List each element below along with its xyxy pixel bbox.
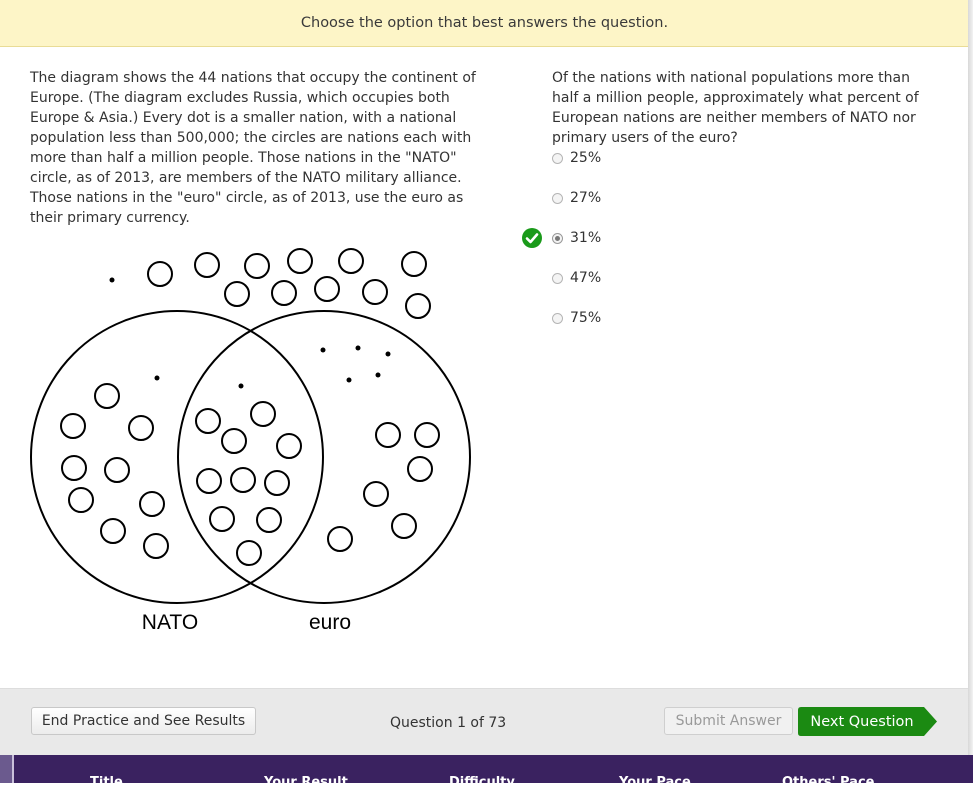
end-practice-button[interactable]: End Practice and See Results	[31, 707, 256, 735]
nation-circle	[256, 507, 282, 533]
radio-icon[interactable]	[552, 192, 563, 204]
nation-circle	[61, 455, 87, 481]
nation-circle	[401, 251, 427, 277]
nation-circle	[414, 422, 440, 448]
nation-circle	[363, 481, 389, 507]
nation-circle	[276, 433, 302, 459]
nation-circle	[196, 468, 222, 494]
radio-icon[interactable]	[552, 312, 563, 324]
choice-label: 31%	[570, 230, 602, 246]
nation-circle	[104, 457, 130, 483]
window-corner-icon	[0, 755, 14, 783]
submit-answer-button[interactable]: Submit Answer	[664, 707, 793, 735]
nation-dot	[375, 372, 381, 378]
choice-25[interactable]: 25%	[552, 148, 652, 168]
choice-31[interactable]: 31%	[552, 228, 652, 248]
choice-75[interactable]: 75%	[552, 308, 652, 328]
nation-dot	[238, 383, 244, 389]
scrollbar-edge[interactable]	[968, 0, 973, 783]
question-counter: Question 1 of 73	[390, 715, 507, 731]
nation-circle	[143, 533, 169, 559]
results-table-header: Title Your Result Difficulty Your Pace O…	[0, 755, 973, 790]
nation-circle	[250, 401, 276, 427]
euro-label: euro	[309, 611, 351, 634]
nation-circle	[194, 252, 220, 278]
nation-circle	[221, 428, 247, 454]
nation-circle	[391, 513, 417, 539]
choice-label: 75%	[570, 310, 602, 326]
nation-dot	[346, 377, 352, 383]
nation-dot	[109, 277, 115, 283]
instruction-banner: Choose the option that best answers the …	[0, 0, 969, 47]
nation-circle	[362, 279, 388, 305]
radio-icon[interactable]	[552, 272, 563, 284]
question-text: Of the nations with national populations…	[552, 70, 919, 146]
nation-circle	[94, 383, 120, 409]
choice-47[interactable]: 47%	[552, 268, 652, 288]
passage-text: The diagram shows the 44 nations that oc…	[30, 70, 476, 226]
nation-circle	[338, 248, 364, 274]
nation-circle	[244, 253, 270, 279]
choice-27[interactable]: 27%	[552, 188, 652, 208]
nation-circle	[236, 540, 262, 566]
nation-circle	[327, 526, 353, 552]
choice-label: 47%	[570, 270, 602, 286]
nation-circle	[139, 491, 165, 517]
nation-circle	[314, 276, 340, 302]
nation-circle	[287, 248, 313, 274]
nation-dot	[385, 351, 391, 357]
radio-selected-icon[interactable]	[552, 232, 563, 244]
nation-circle	[271, 280, 297, 306]
nato-label: NATO	[142, 611, 198, 634]
check-circle-icon	[522, 228, 542, 248]
nation-circle	[264, 470, 290, 496]
nation-dot	[154, 375, 160, 381]
nation-circle	[405, 293, 431, 319]
nation-circle	[147, 261, 173, 287]
footer-toolbar: End Practice and See Results Question 1 …	[0, 688, 968, 756]
nation-circle	[100, 518, 126, 544]
nation-circle	[224, 281, 250, 307]
nation-circle	[407, 456, 433, 482]
nation-circle	[128, 415, 154, 441]
nation-circle	[209, 506, 235, 532]
nation-circle	[195, 408, 221, 434]
nation-circle	[60, 413, 86, 439]
venn-diagram: NATO euro	[30, 248, 471, 634]
nation-circle	[375, 422, 401, 448]
next-question-button[interactable]: Next Question	[798, 707, 938, 736]
nation-dot	[355, 345, 361, 351]
instruction-text: Choose the option that best answers the …	[300, 15, 669, 31]
nation-circle	[68, 487, 94, 513]
choice-label: 25%	[570, 150, 602, 166]
next-question-label: Next Question	[810, 713, 914, 730]
radio-icon[interactable]	[552, 152, 563, 164]
choice-label: 27%	[570, 190, 602, 206]
nation-circle	[230, 467, 256, 493]
nation-dot	[320, 347, 326, 353]
